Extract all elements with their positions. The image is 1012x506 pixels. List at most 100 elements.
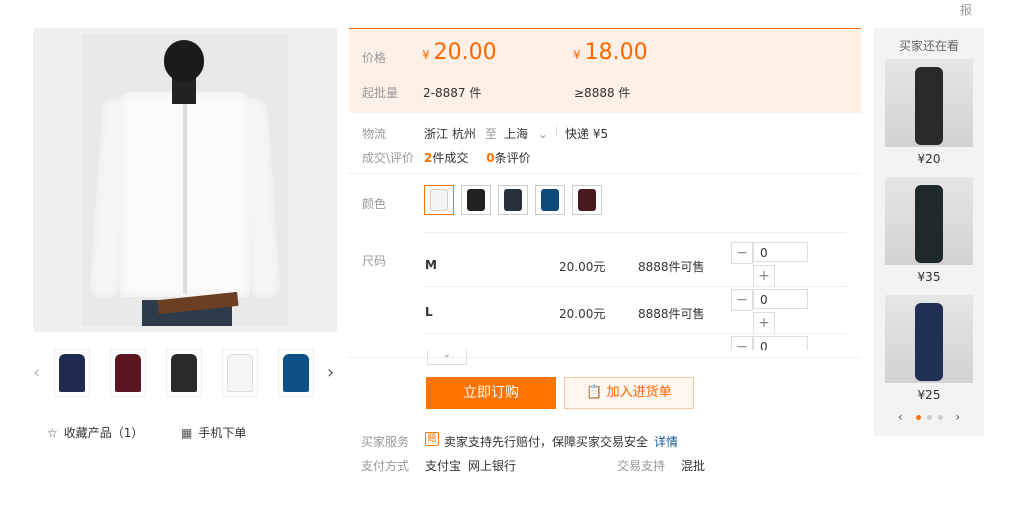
size-row-3-clip: − 0 bbox=[731, 336, 821, 350]
color-swatch-fill bbox=[504, 189, 522, 211]
main-product-image[interactable] bbox=[82, 34, 288, 326]
size-label: 尺码 bbox=[362, 254, 387, 268]
chevron-right-icon[interactable]: › bbox=[955, 410, 960, 424]
size-stock: 8888件可售 bbox=[638, 260, 705, 274]
color-option-5[interactable] bbox=[572, 185, 602, 215]
favorite-label: 收藏产品（1） bbox=[63, 426, 144, 440]
qr-code-icon: ▦ bbox=[181, 426, 193, 440]
size-name: L bbox=[425, 305, 433, 319]
logistics-to-word: 至 bbox=[485, 127, 498, 141]
divider bbox=[349, 357, 861, 358]
moq-label: 起批量 bbox=[362, 86, 399, 100]
chevron-down-icon: ⌄ bbox=[442, 349, 452, 360]
logistics-destination-select[interactable]: 上海 ⌄ bbox=[504, 125, 548, 142]
chevron-right-icon[interactable]: › bbox=[327, 362, 334, 383]
color-option-2[interactable] bbox=[461, 185, 491, 215]
deal-count-suffix: 件成交 bbox=[432, 151, 469, 165]
qty-minus-button[interactable]: − bbox=[731, 242, 753, 264]
deals-label: 成交\评价 bbox=[362, 151, 415, 165]
thumbnail-5[interactable] bbox=[278, 349, 314, 397]
add-to-cart-label: 加入进货单 bbox=[606, 385, 672, 400]
recommend-item-price[interactable]: ¥20 bbox=[874, 152, 984, 166]
recommend-item-image-2[interactable] bbox=[885, 177, 973, 265]
qty-minus-button[interactable]: − bbox=[731, 336, 753, 350]
pager-dot[interactable] bbox=[915, 415, 921, 420]
recommend-item-figure bbox=[915, 67, 943, 145]
qty-plus-button[interactable]: + bbox=[753, 265, 775, 287]
thumbnail-3[interactable] bbox=[166, 349, 202, 397]
color-label: 颜色 bbox=[362, 197, 387, 211]
main-product-image-frame bbox=[33, 28, 337, 332]
size-price: 20.00元 bbox=[559, 260, 606, 274]
price-label: 价格 bbox=[362, 51, 387, 65]
thumbnail-1[interactable] bbox=[54, 349, 90, 397]
favorite-button[interactable]: ☆ 收藏产品（1） bbox=[47, 424, 143, 441]
mobile-order-button[interactable]: ▦ 手机下单 bbox=[181, 424, 246, 441]
thumbnail-4[interactable] bbox=[222, 349, 258, 397]
recommend-rail-nav: ‹ › bbox=[874, 410, 984, 424]
shield-icon: 赔 bbox=[425, 432, 439, 446]
recommend-item-image-1[interactable] bbox=[885, 59, 973, 147]
chevron-left-icon[interactable]: ‹ bbox=[898, 410, 903, 424]
color-option-1[interactable] bbox=[424, 185, 454, 215]
recommend-rail-title: 买家还在看 bbox=[898, 39, 959, 53]
pager-dot[interactable] bbox=[926, 415, 932, 420]
size-stock: 8888件可售 bbox=[638, 307, 705, 321]
recommend-item-image-3[interactable] bbox=[885, 295, 973, 383]
color-swatch-fill bbox=[430, 189, 448, 211]
payment-method-1: 支付宝 bbox=[425, 459, 462, 473]
logistics-destination: 上海 bbox=[504, 127, 529, 141]
divider bbox=[424, 333, 846, 334]
buy-now-button[interactable]: 立即订购 bbox=[426, 377, 556, 409]
divider bbox=[556, 125, 557, 137]
trade-support-value: 混批 bbox=[681, 459, 706, 473]
recommend-item-price[interactable]: ¥35 bbox=[874, 270, 984, 284]
clipboard-icon: 📋 bbox=[586, 385, 603, 400]
moq-range-1: 2-8887 件 bbox=[423, 86, 482, 100]
color-option-4[interactable] bbox=[535, 185, 565, 215]
recommend-item-figure bbox=[915, 303, 943, 381]
divider bbox=[424, 232, 846, 233]
thumbnail-shirt bbox=[59, 354, 85, 392]
thumbnail-shirt bbox=[283, 354, 309, 392]
logistics-label: 物流 bbox=[362, 127, 387, 141]
star-icon: ☆ bbox=[47, 426, 58, 440]
divider bbox=[349, 173, 861, 174]
qty-input[interactable]: 0 bbox=[753, 289, 808, 309]
recommend-item-price[interactable]: ¥25 bbox=[874, 388, 984, 402]
pager-dot[interactable] bbox=[937, 415, 943, 420]
color-swatch-fill bbox=[578, 189, 596, 211]
thumbnail-2[interactable] bbox=[110, 349, 146, 397]
price-value-1: 20.00 bbox=[433, 40, 497, 65]
size-name: M bbox=[425, 258, 437, 272]
mobile-order-label: 手机下单 bbox=[198, 426, 247, 440]
logistics-express: 快递 ¥5 bbox=[565, 127, 609, 141]
price-tier-1: ¥20.00 bbox=[422, 40, 497, 65]
price-value-2: 18.00 bbox=[584, 40, 648, 65]
qty-plus-button[interactable]: + bbox=[753, 312, 775, 334]
thumbnail-shirt bbox=[227, 354, 253, 392]
qty-input[interactable]: 0 bbox=[753, 242, 808, 262]
currency-symbol: ¥ bbox=[422, 48, 430, 62]
color-option-3[interactable] bbox=[498, 185, 528, 215]
logistics-from: 浙江 杭州 bbox=[424, 127, 476, 141]
buyer-service-label: 买家服务 bbox=[361, 435, 410, 449]
size-price: 20.00元 bbox=[559, 307, 606, 321]
add-to-cart-button[interactable]: 📋 加入进货单 bbox=[564, 377, 694, 409]
thumbnail-shirt bbox=[171, 354, 197, 392]
service-detail-link[interactable]: 详情 bbox=[654, 433, 678, 450]
color-swatch-fill bbox=[541, 189, 559, 211]
currency-symbol: ¥ bbox=[573, 48, 581, 62]
qty-input[interactable]: 0 bbox=[753, 336, 808, 350]
chevron-down-icon: ⌄ bbox=[537, 127, 548, 141]
buyer-service-text: 卖家支持先行赔付，保障买家交易安全 bbox=[444, 435, 649, 449]
report-link[interactable]: 报 bbox=[960, 1, 972, 18]
chevron-left-icon[interactable]: ‹ bbox=[33, 362, 40, 383]
thumbnail-shirt bbox=[115, 354, 141, 392]
color-swatch-fill bbox=[467, 189, 485, 211]
mannequin-head bbox=[164, 40, 204, 82]
divider bbox=[424, 286, 846, 287]
trade-support-label: 交易支持 bbox=[617, 459, 666, 473]
review-count: 0 bbox=[486, 151, 495, 165]
qty-minus-button[interactable]: − bbox=[731, 289, 753, 311]
